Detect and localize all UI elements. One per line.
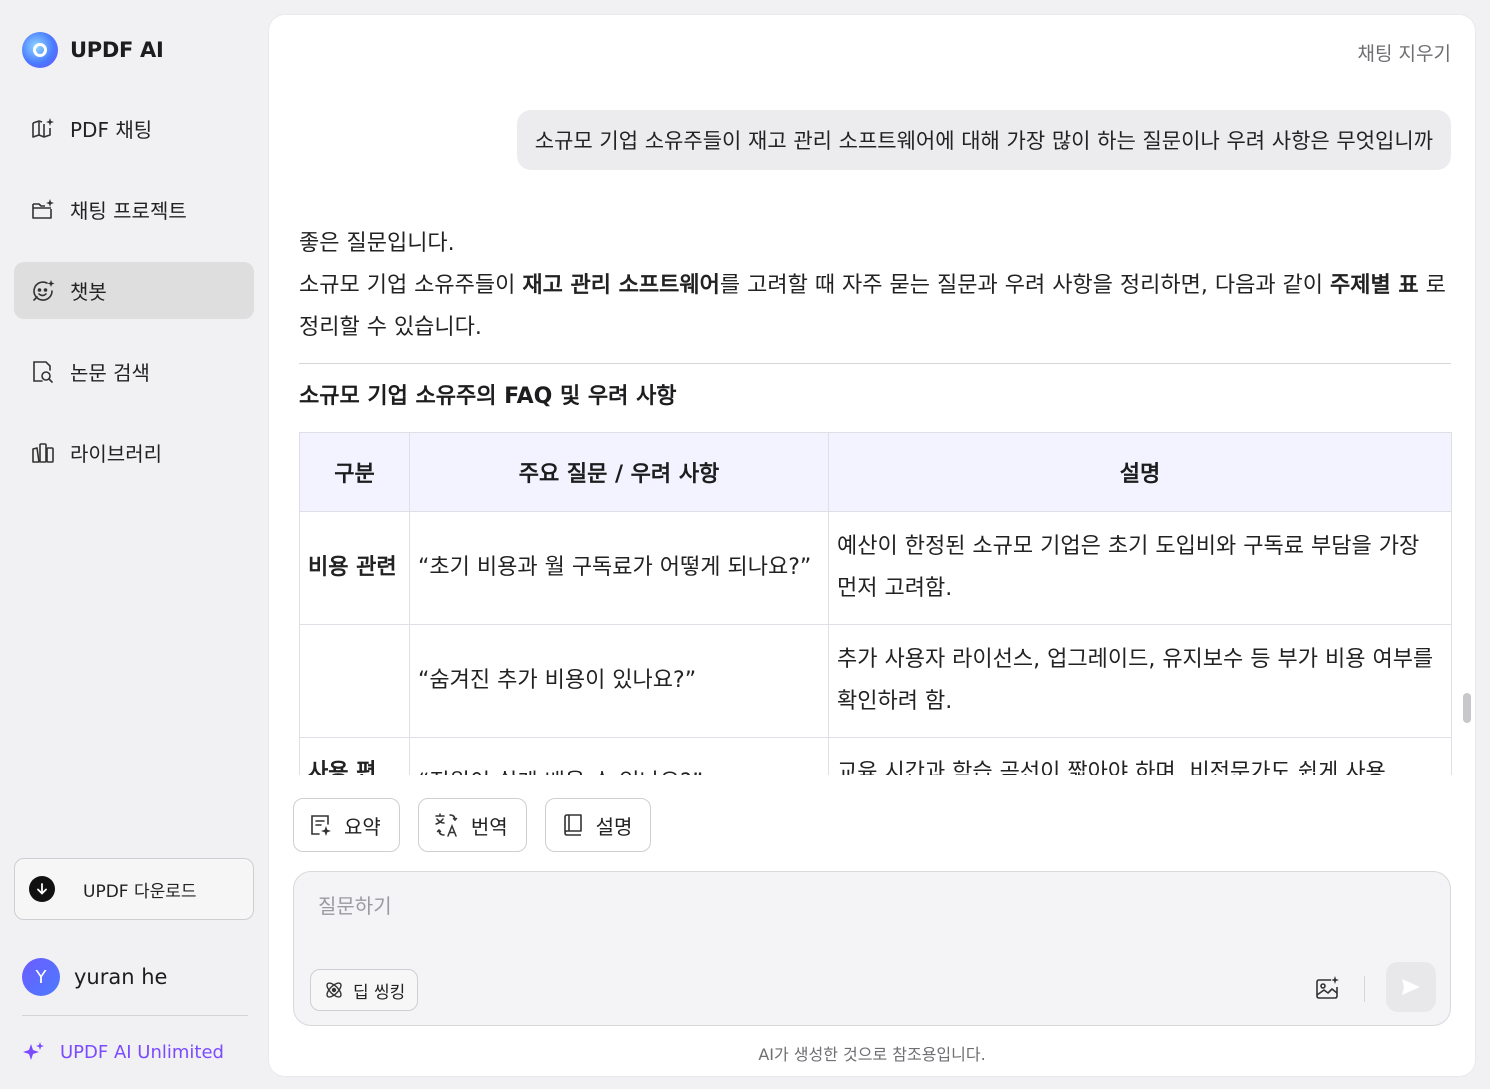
user-name: yuran he <box>74 965 168 989</box>
sidebar-item-chatbot[interactable]: 챗봇 <box>14 262 254 319</box>
user-profile[interactable]: Y yuran he <box>22 958 167 996</box>
table-header: 설명 <box>828 432 1452 512</box>
scrollbar[interactable] <box>1463 693 1471 723</box>
translate-icon <box>435 813 458 837</box>
input-divider <box>1364 976 1365 1002</box>
brand[interactable]: UPDF AI <box>22 32 164 68</box>
image-upload-button[interactable] <box>1310 972 1344 1006</box>
table-cell-description: 교육 시간과 학습 곡선이 짧아야 하며, 비전문가도 쉽게 사용 <box>828 737 1452 775</box>
library-books-icon <box>30 440 56 466</box>
table-header: 구분 <box>299 432 410 512</box>
updf-logo-icon <box>22 32 58 68</box>
table-cell-category: 사용 편 <box>299 737 410 775</box>
sidebar-item-library[interactable]: 라이브러리 <box>14 424 254 481</box>
table-cell-description: 추가 사용자 라이선스, 업그레이드, 유지보수 등 부가 비용 여부를 확인하… <box>828 624 1452 738</box>
translate-button[interactable]: 번역 <box>417 798 527 852</box>
sidebar-divider <box>22 1015 248 1016</box>
ai-disclaimer: AI가 생성한 것으로 참조용입니다. <box>758 1045 986 1064</box>
chatbot-face-icon <box>30 278 56 304</box>
book-sparkle-icon <box>30 116 56 142</box>
table-cell-description: 예산이 한정된 소규모 기업은 초기 도입비와 구독료 부담을 가장 먼저 고려… <box>828 511 1452 625</box>
table-cell-category: 비용 관련 <box>299 511 410 625</box>
summarize-label: 요약 <box>344 814 381 839</box>
quick-actions: 요약 번역 설명 <box>293 798 669 852</box>
atom-icon <box>326 982 342 998</box>
chat-panel: 채팅 지우기 소규모 기업 소유주들이 재고 관리 소프트웨어에 대해 가장 많… <box>269 15 1475 1076</box>
table-row: 사용 편 “직원이 쉽게 배울 수 있나요?” 교육 시간과 학습 곡선이 짧아… <box>299 737 1452 775</box>
sidebar-item-paper-search[interactable]: 논문 검색 <box>14 343 254 400</box>
clear-chat-button[interactable]: 채팅 지우기 <box>1358 39 1451 66</box>
avatar: Y <box>22 958 60 996</box>
answer-divider <box>299 363 1451 364</box>
folder-sparkle-icon <box>30 197 56 223</box>
assistant-answer: 좋은 질문입니다. 소규모 기업 소유주들이 재고 관리 소프트웨어를 고려할 … <box>299 223 1452 775</box>
table-cell-question: “직원이 쉽게 배울 수 있나요?” <box>409 737 829 775</box>
image-add-icon <box>1316 976 1339 999</box>
plan-label: UPDF AI Unlimited <box>60 1041 224 1063</box>
answer-paragraph: 소규모 기업 소유주들이 재고 관리 소프트웨어를 고려할 때 자주 묻는 질문… <box>299 273 1446 340</box>
table-title: 소규모 기업 소유주의 FAQ 및 우려 사항 <box>299 384 677 409</box>
explain-label: 설명 <box>595 814 633 839</box>
table-cell-category <box>299 624 410 738</box>
send-icon <box>1402 979 1420 995</box>
app-title: UPDF AI <box>70 38 164 62</box>
chat-input-box: 딥 씽킹 <box>293 871 1451 1026</box>
sparkle-icon <box>23 1042 44 1060</box>
updf-download-button[interactable]: UPDF 다운로드 <box>14 858 254 920</box>
question-input[interactable] <box>318 894 1418 918</box>
translate-label: 번역 <box>470 814 508 839</box>
sidebar-item-chat-project[interactable]: 채팅 프로젝트 <box>14 181 254 238</box>
download-arrow-icon <box>29 876 55 902</box>
send-button[interactable] <box>1386 962 1436 1012</box>
faq-table: 구분 주요 질문 / 우려 사항 설명 비용 관련 “초기 비용과 월 구독료가… <box>299 432 1452 775</box>
sidebar-nav: PDF 채팅 채팅 프로젝트 챗봇 논문 검색 라이브러리 <box>14 100 254 505</box>
book-icon <box>563 814 582 836</box>
document-search-icon <box>30 359 56 385</box>
deep-thinking-label: 딥 씽킹 <box>353 982 406 1003</box>
summary-sparkle-icon <box>311 815 331 836</box>
table-header: 주요 질문 / 우려 사항 <box>409 432 829 512</box>
table-cell-question: “초기 비용과 월 구독료가 어떻게 되나요?” <box>409 511 829 625</box>
sidebar-item-label: 챗봇 <box>70 280 107 304</box>
table-cell-question: “숨겨진 추가 비용이 있나요?” <box>409 624 829 738</box>
summarize-button[interactable]: 요약 <box>293 798 400 852</box>
explain-button[interactable]: 설명 <box>544 798 652 852</box>
answer-intro: 좋은 질문입니다. <box>299 231 455 256</box>
sidebar-item-pdf-chat[interactable]: PDF 채팅 <box>14 100 254 157</box>
user-message: 소규모 기업 소유주들이 재고 관리 소프트웨어에 대해 가장 많이 하는 질문… <box>516 110 1451 170</box>
table-header-row: 구분 주요 질문 / 우려 사항 설명 <box>299 432 1452 512</box>
sidebar-item-label: PDF 채팅 <box>70 118 153 142</box>
table-row: “숨겨진 추가 비용이 있나요?” 추가 사용자 라이선스, 업그레이드, 유지… <box>299 624 1452 738</box>
table-row: 비용 관련 “초기 비용과 월 구독료가 어떻게 되나요?” 예산이 한정된 소… <box>299 511 1452 625</box>
sidebar-item-label: 라이브러리 <box>70 442 162 466</box>
deep-thinking-toggle[interactable]: 딥 씽킹 <box>310 969 419 1011</box>
sidebar-item-label: 채팅 프로젝트 <box>70 199 187 223</box>
sidebar: UPDF AI PDF 채팅 채팅 프로젝트 챗봇 논문 검색 라이브러리 UP… <box>0 0 268 1089</box>
chat-messages[interactable]: 소규모 기업 소유주들이 재고 관리 소프트웨어에 대해 가장 많이 하는 질문… <box>269 95 1475 775</box>
download-label: UPDF 다운로드 <box>83 881 197 902</box>
upgrade-link[interactable]: UPDF AI Unlimited <box>22 1040 224 1064</box>
sidebar-item-label: 논문 검색 <box>70 361 150 385</box>
